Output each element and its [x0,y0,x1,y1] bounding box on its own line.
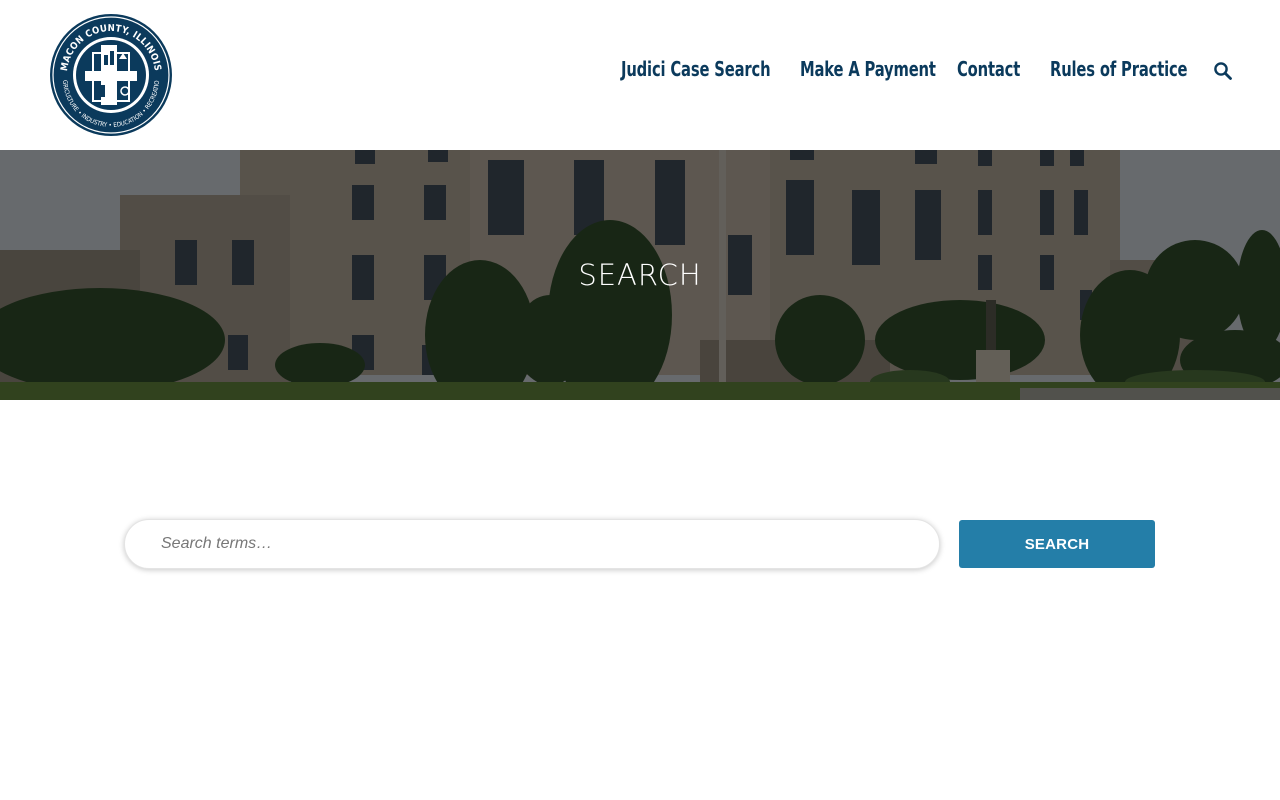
search-input[interactable] [124,519,940,569]
nav-rules-of-practice[interactable]: Rules of Practice [1050,57,1188,81]
nav-make-a-payment[interactable]: Make A Payment [800,57,936,81]
page-title: SEARCH [578,258,702,292]
nav-contact[interactable]: Contact [957,57,1020,81]
search-icon[interactable] [1213,61,1233,81]
search-submit-button[interactable]: SEARCH [959,520,1155,568]
site-header: MACON COUNTY, ILLINOIS AGRICULTURE • IND… [0,0,1280,150]
hero-banner: SEARCH [0,150,1280,400]
county-seal-logo[interactable]: MACON COUNTY, ILLINOIS AGRICULTURE • IND… [49,13,173,137]
nav-judici-case-search[interactable]: Judici Case Search [621,57,771,81]
